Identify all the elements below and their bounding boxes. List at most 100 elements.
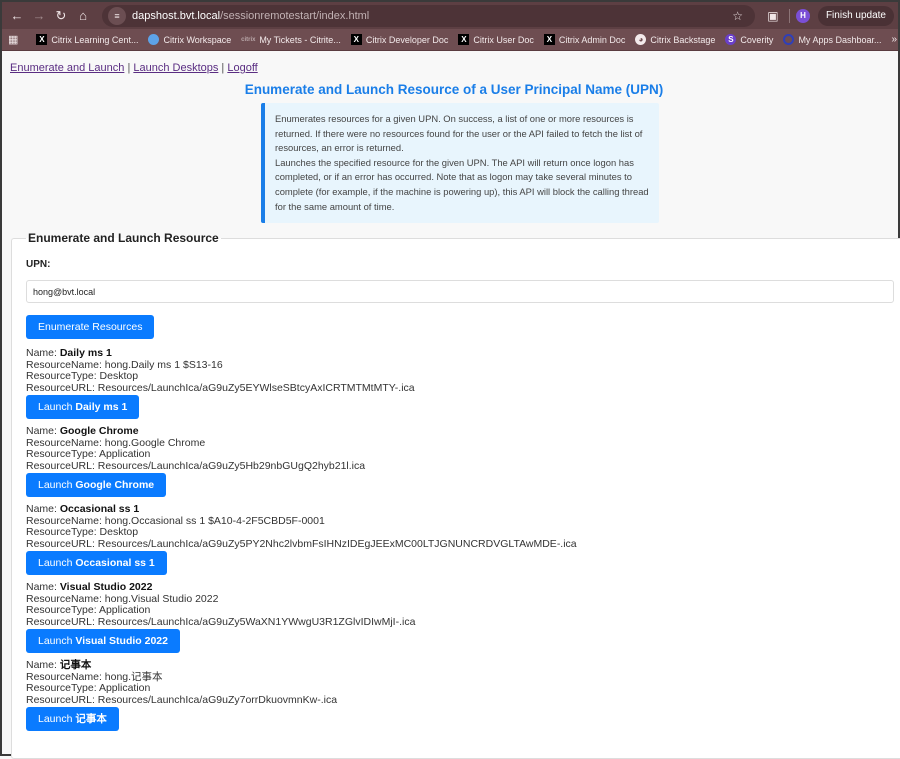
name-label: Name: <box>26 503 60 516</box>
profile-avatar[interactable]: H <box>795 8 810 23</box>
nav-link-enumerate-and-launch[interactable]: Enumerate and Launch <box>10 62 124 74</box>
bookmark-x-icon: X <box>350 34 362 45</box>
page-content: Enumerate and Launch | Launch Desktops |… <box>2 51 900 759</box>
resource-item: Name: Visual Studio 2022 ResourceName: ho… <box>26 581 894 654</box>
launch-resource-name: Visual Studio 2022 <box>75 635 168 648</box>
resource-name-label: ResourceName: <box>26 436 105 449</box>
bookmarks-bar: ▦ X Citrix Learning Cent... Citrix Workspa… <box>2 29 898 51</box>
resource-url-line: ResourceURL: Resources/LaunchIca/aG9uZy5… <box>26 537 894 551</box>
bookmark-myapps-icon <box>783 34 795 45</box>
bookmark-star-icon[interactable]: ☆ <box>732 9 749 23</box>
resource-url-label: ResourceURL: <box>26 537 98 550</box>
name-label: Name: <box>26 347 60 360</box>
more-bookmarks-icon[interactable]: » <box>891 34 897 45</box>
bookmark-label: Citrix User Doc <box>473 34 534 45</box>
resource-name-label: ResourceName: <box>26 358 105 371</box>
resource-url-label: ResourceURL: <box>26 381 98 394</box>
finish-update-button[interactable]: Finish update <box>817 5 894 26</box>
resource-url-label: ResourceURL: <box>26 693 98 706</box>
bookmark-item[interactable]: My Apps Dashboar... <box>783 34 881 45</box>
launch-label: Launch <box>38 557 76 570</box>
bookmark-item[interactable]: Citrix Workspace <box>148 34 231 45</box>
launch-resource-button[interactable]: Launch Daily ms 1 <box>26 395 140 420</box>
bookmark-item[interactable]: X Citrix Admin Doc <box>543 34 626 45</box>
resource-url-value: Resources/LaunchIca/aG9uZy5EYWlseSBtcyAx… <box>97 381 415 394</box>
description-launch: Launches the specified resource for the … <box>275 156 649 212</box>
bookmark-item[interactable]: S Coverity <box>725 34 773 45</box>
back-icon[interactable]: ← <box>6 5 28 27</box>
resource-name-label: ResourceName: <box>26 514 105 527</box>
bookmark-x-icon: X <box>543 34 555 45</box>
bookmark-item[interactable]: X Citrix Learning Cent... <box>36 34 138 45</box>
name-label: Name: <box>26 659 60 672</box>
bookmark-item[interactable]: citrix My Tickets - Citrite... <box>241 34 341 45</box>
bookmark-label: My Tickets - Citrite... <box>259 34 341 45</box>
nav-link-launch-desktops[interactable]: Launch Desktops <box>133 62 218 74</box>
url-host: dapshost.bvt.local <box>132 9 221 22</box>
launch-resource-button[interactable]: Launch 记事本 <box>26 707 119 732</box>
reload-icon[interactable]: ↻ <box>50 5 72 27</box>
resource-url-value: Resources/LaunchIca/aG9uZy5PY2Nhc2lvbmFs… <box>97 537 577 550</box>
nav-link-logoff[interactable]: Logoff <box>227 62 257 74</box>
bookmark-item[interactable]: X Citrix Developer Doc <box>350 34 448 45</box>
launch-resource-name: 记事本 <box>75 713 107 726</box>
toolbar-divider <box>788 8 790 23</box>
resource-item: Name: 记事本 ResourceName: hong.记事本 ResourceT… <box>26 659 894 732</box>
enumerate-launch-panel: Enumerate and Launch Resource UPN: Enume… <box>11 231 900 759</box>
resource-url-line: ResourceURL: Resources/LaunchIca/aG9uZy7… <box>26 693 894 707</box>
resource-fullname-line: ResourceName: hong.Visual Studio 2022 <box>26 593 894 606</box>
resource-type-value: Desktop <box>99 370 139 383</box>
resource-list: Name: Daily ms 1 ResourceName: hong.Daily… <box>26 347 894 732</box>
site-info-icon[interactable]: ≡ <box>108 6 126 25</box>
resource-type-label: ResourceType: <box>26 604 99 617</box>
bookmark-label: Citrix Learning Cent... <box>51 34 139 45</box>
browser-chrome: ← → ↻ ⌂ ≡ dapshost.bvt.local/sessionremo… <box>2 2 898 51</box>
resource-name-value: hong.Google Chrome <box>104 436 206 449</box>
launch-resource-button[interactable]: Launch Visual Studio 2022 <box>26 629 180 654</box>
extensions-icon[interactable]: ▣ <box>763 9 783 23</box>
resource-name-value: hong.记事本 <box>104 670 163 683</box>
name-label: Name: <box>26 581 60 594</box>
upn-input[interactable] <box>26 280 894 304</box>
resource-type-value: Desktop <box>99 526 139 539</box>
resource-type-value: Application <box>98 604 151 617</box>
bookmark-label: Citrix Backstage <box>650 34 716 45</box>
bookmark-cov-icon: S <box>725 34 737 45</box>
launch-label: Launch <box>38 713 76 726</box>
resource-fullname-line: ResourceName: hong.Google Chrome <box>26 436 894 450</box>
resource-url-line: ResourceURL: Resources/LaunchIca/aG9uZy5… <box>26 615 894 629</box>
bookmark-item[interactable]: ◕ Citrix Backstage <box>635 34 715 45</box>
resource-fullname-line: ResourceName: hong.Occasional ss 1 $A10-… <box>26 514 894 528</box>
forward-icon[interactable]: → <box>28 5 50 27</box>
panel-legend: Enumerate and Launch Resource <box>28 231 219 246</box>
resource-url-line: ResourceURL: Resources/LaunchIca/aG9uZy5… <box>26 459 894 473</box>
bookmark-label: Citrix Admin Doc <box>558 34 626 45</box>
resource-url-value: Resources/LaunchIca/aG9uZy5Hb29nbGUgQ2hy… <box>97 459 366 472</box>
resource-item: Name: Occasional ss 1 ResourceName: hong.… <box>26 503 894 576</box>
bookmark-item[interactable]: X Citrix User Doc <box>458 34 534 45</box>
resource-url-value: Resources/LaunchIca/aG9uZy5WaXN1YWwgU3R1… <box>97 615 416 628</box>
bookmark-label: Citrix Workspace <box>163 34 232 45</box>
enumerate-resources-button[interactable]: Enumerate Resources <box>26 315 155 340</box>
launch-resource-button[interactable]: Launch Google Chrome <box>26 473 167 498</box>
description-enumerate: Enumerates resources for a given UPN. On… <box>275 113 643 154</box>
resource-fullname-line: ResourceName: hong.记事本 <box>26 670 894 684</box>
address-bar[interactable]: ≡ dapshost.bvt.local/sessionremotestart/… <box>102 4 755 27</box>
launch-resource-button[interactable]: Launch Occasional ss 1 <box>26 551 167 576</box>
resource-display-name: Daily ms 1 <box>59 347 112 360</box>
launch-resource-name: Occasional ss 1 <box>75 557 155 570</box>
launch-label: Launch <box>38 635 76 648</box>
resource-item: Name: Google Chrome ResourceName: hong.Go… <box>26 425 894 498</box>
page-title: Enumerate and Launch Resource of a User … <box>244 82 664 97</box>
nav-separator: | <box>127 62 131 74</box>
home-icon[interactable]: ⌂ <box>72 5 94 27</box>
launch-resource-name: Google Chrome <box>75 479 155 492</box>
resource-item: Name: Daily ms 1 ResourceName: hong.Daily… <box>26 347 894 420</box>
bookmark-label: My Apps Dashboar... <box>798 34 882 45</box>
bookmark-ws-icon <box>148 34 160 45</box>
url-path: /sessionremotestart/index.html <box>220 9 370 22</box>
resource-fullname-line: ResourceName: hong.Daily ms 1 $S13-16 <box>26 358 894 372</box>
bookmark-x-icon: X <box>36 34 48 45</box>
apps-grid-icon[interactable]: ▦ <box>8 33 18 46</box>
nav-separator: | <box>221 62 225 74</box>
